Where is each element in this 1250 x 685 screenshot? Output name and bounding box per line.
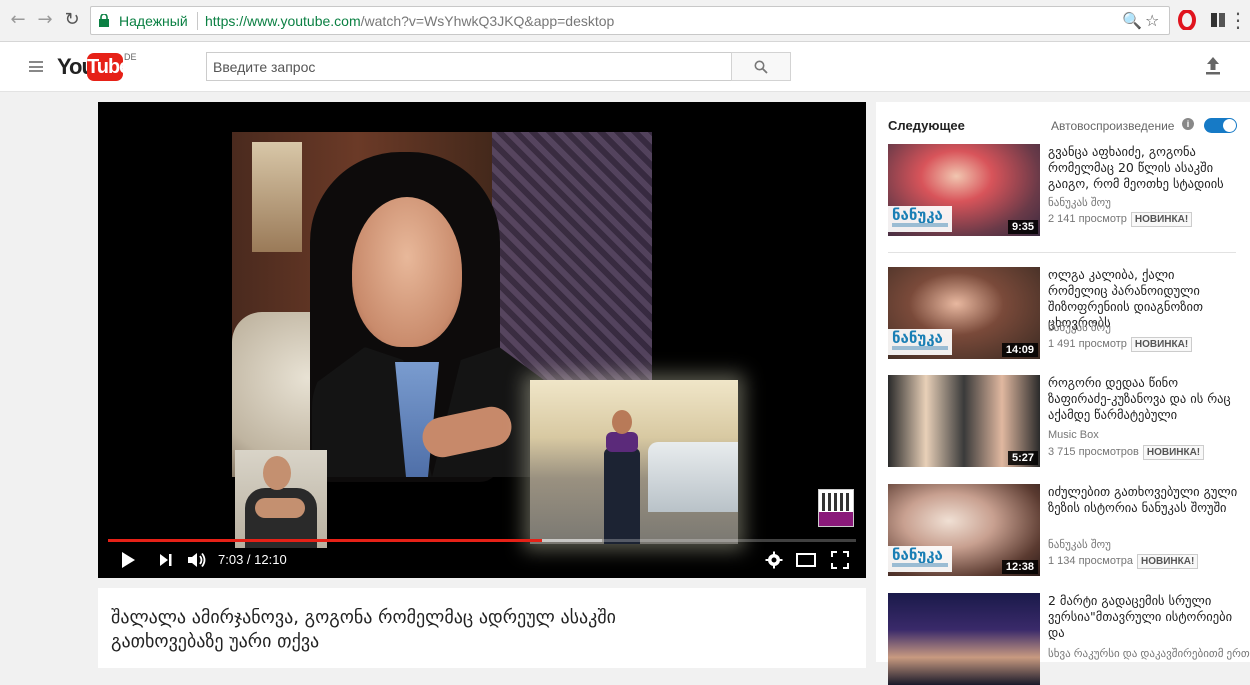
street-inset-image <box>530 380 738 544</box>
browser-toolbar: ← → ↻ Надежный https://www.youtube.com/w… <box>0 0 1250 42</box>
omnibox-divider <box>197 12 198 30</box>
autoplay-toggle[interactable] <box>1204 118 1237 133</box>
item-meta: 2 141 просмотр НОВИНКА! <box>1048 212 1193 227</box>
menu-icon[interactable]: ⋮ <box>1228 10 1248 30</box>
duration-badge: 14:09 <box>1001 343 1038 357</box>
item-channel[interactable]: ნანუკას შოუ <box>1048 321 1111 334</box>
info-icon[interactable]: i <box>1182 118 1194 130</box>
item-title[interactable]: როგორი დედაა წინო ზაფირაძე-კუზანოვა და ი… <box>1048 375 1238 423</box>
volume-icon[interactable] <box>187 551 207 569</box>
video-thumbnail[interactable]: 5:27 <box>888 375 1040 467</box>
progress-played <box>108 539 542 542</box>
item-title[interactable]: გვანცა აფხაიძე, გოგონა რომელმაც 20 წლის … <box>1048 144 1238 192</box>
channel-watermark[interactable] <box>818 489 854 527</box>
view-count: 1 134 просмотра <box>1048 555 1133 567</box>
channel-logo: ნანუკა <box>888 546 952 572</box>
autoplay-label: Автовоспроизведение <box>1051 119 1175 133</box>
view-count: 2 141 просмотр <box>1048 213 1127 225</box>
new-badge: НОВИНКА! <box>1142 445 1205 460</box>
video-thumbnail[interactable]: ნანუკა 9:35 <box>888 144 1040 236</box>
reader-extension-icon[interactable] <box>1208 10 1228 30</box>
item-meta: 1 491 просмотр НОВИНКА! <box>1048 337 1193 352</box>
item-channel[interactable]: ნანუკას შოუ <box>1048 538 1111 551</box>
item-meta: 1 134 просмотра НОВИНКА! <box>1048 554 1199 569</box>
secure-label: Надежный <box>119 13 188 29</box>
lock-icon <box>99 14 109 27</box>
url-text[interactable]: https://www.youtube.com/watch?v=WsYhwkQ3… <box>205 13 614 29</box>
duration-badge: 12:38 <box>1001 560 1038 574</box>
duration-badge: 9:35 <box>1007 220 1038 234</box>
theater-mode-icon[interactable] <box>796 551 816 569</box>
duration-badge: 5:27 <box>1007 451 1038 465</box>
item-title[interactable]: 2 მარტი გადაცემის სრული ვერსია"მთავრული … <box>1048 593 1238 641</box>
new-badge: НОВИНКА! <box>1130 337 1193 352</box>
new-badge: НОВИНКА! <box>1137 554 1199 569</box>
video-thumbnail[interactable] <box>888 593 1040 685</box>
channel-logo: ნანუკა <box>888 206 952 232</box>
time-display: 7:03 / 12:10 <box>218 552 287 567</box>
item-channel[interactable]: ნანუკას შოუ <box>1048 196 1111 209</box>
country-code: DE <box>124 52 137 62</box>
forward-icon[interactable]: → <box>35 10 55 30</box>
opera-extension-icon[interactable] <box>1177 10 1197 30</box>
fullscreen-icon[interactable] <box>831 551 849 569</box>
video-player[interactable]: 7:03 / 12:10 <box>98 102 866 578</box>
youtube-masthead: You Tube DE Введите запрос <box>0 42 1250 92</box>
new-badge: НОВИНКА! <box>1130 212 1193 227</box>
video-thumbnail[interactable]: ნანუკა 14:09 <box>888 267 1040 359</box>
upload-icon[interactable] <box>1205 56 1221 76</box>
item-title[interactable]: იძულებით გათხოვებული გული ზეზის ისტორია … <box>1048 484 1238 516</box>
reload-icon[interactable]: ↻ <box>62 10 82 30</box>
back-icon[interactable]: ← <box>8 10 28 30</box>
item-channel[interactable]: სხვა რაკურსი და დაკავშირებითმ ერთად <box>1048 647 1250 660</box>
play-icon[interactable] <box>120 551 136 569</box>
item-channel[interactable]: Music Box <box>1048 429 1099 441</box>
sign-language-inset <box>235 450 327 548</box>
next-icon[interactable] <box>158 551 174 569</box>
video-title: შალალა ამირჯანოვა, გოგონა რომელმაც ადრეუ… <box>111 607 616 652</box>
hamburger-menu-icon[interactable] <box>29 61 43 72</box>
video-thumbnail[interactable]: ნანუკა 12:38 <box>888 484 1040 576</box>
item-meta: 3 715 просмотров НОВИНКА! <box>1048 445 1205 460</box>
video-info-card: შალალა ამირჯანოვა, გოგონა რომელმაც ადრეუ… <box>98 588 866 668</box>
search-button[interactable] <box>731 52 791 81</box>
progress-bar[interactable] <box>108 539 856 542</box>
channel-logo: ნანუკა <box>888 329 952 355</box>
divider <box>888 252 1236 253</box>
settings-gear-icon[interactable] <box>765 551 783 569</box>
zoom-icon[interactable]: 🔍 <box>1122 11 1142 30</box>
search-icon <box>754 60 768 74</box>
up-next-label: Следующее <box>888 118 965 133</box>
view-count: 1 491 просмотр <box>1048 338 1127 350</box>
view-count: 3 715 просмотров <box>1048 446 1139 458</box>
bookmark-star-icon[interactable]: ☆ <box>1145 11 1159 30</box>
up-next-sidebar: Следующее Автовоспроизведение i ნანუკა 9… <box>876 102 1250 685</box>
address-bar[interactable]: Надежный https://www.youtube.com/watch?v… <box>90 6 1170 35</box>
search-input[interactable]: Введите запрос <box>206 52 732 81</box>
